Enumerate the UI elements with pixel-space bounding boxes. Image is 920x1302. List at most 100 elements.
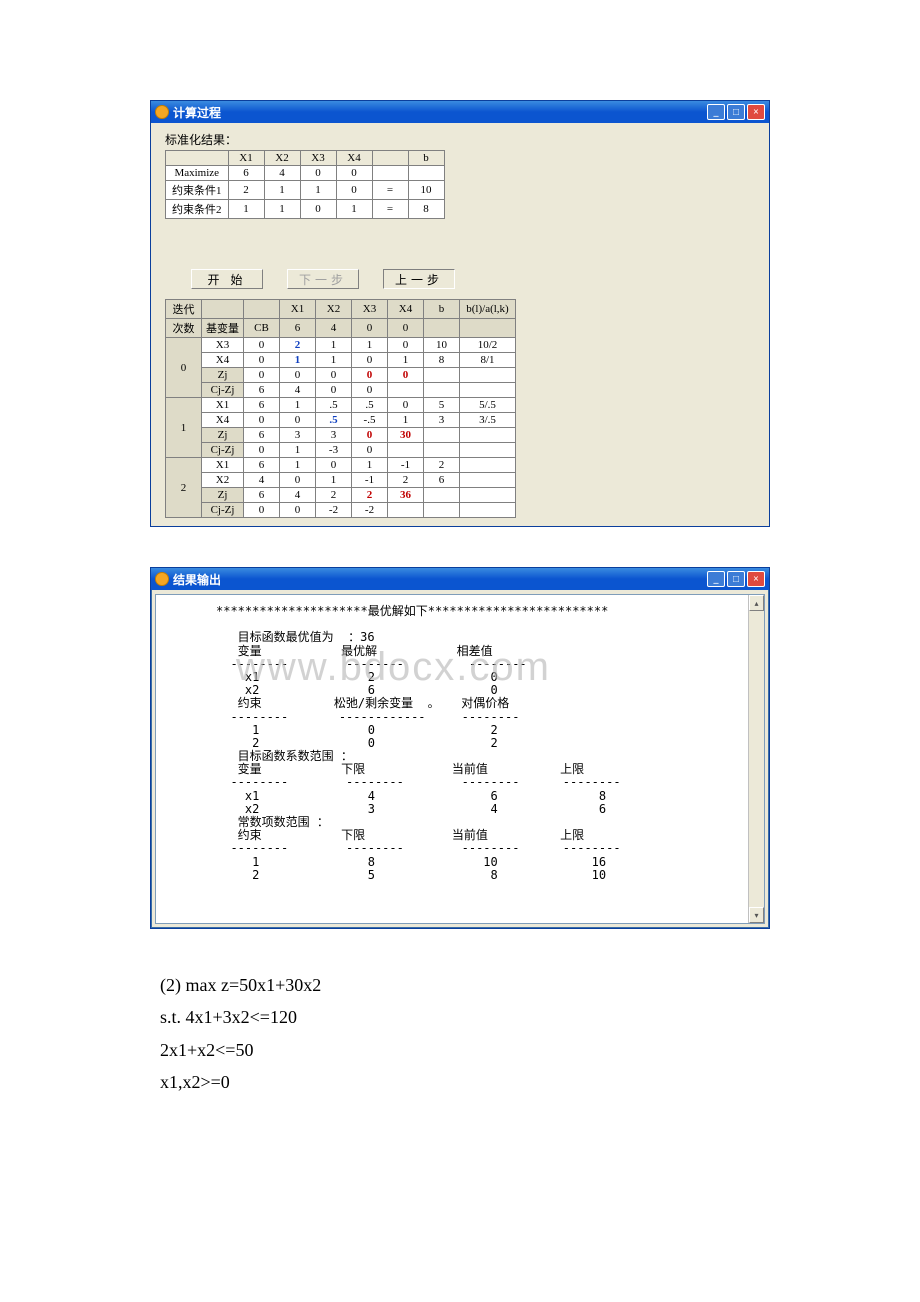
simplex-subheader	[424, 319, 460, 338]
simplex-cell: .5	[316, 398, 352, 413]
simplex-cell: 4	[280, 383, 316, 398]
problem-line-3: 2x1+x2<=50	[160, 1034, 770, 1066]
maximize-button[interactable]: □	[727, 104, 745, 120]
simplex-cell	[424, 443, 460, 458]
simplex-cell: -1	[388, 458, 424, 473]
window-title-calc: 计算过程	[173, 104, 707, 121]
simplex-cell: 8/1	[460, 353, 516, 368]
minimize-button[interactable]: _	[707, 571, 725, 587]
titlebar-calc[interactable]: 计算过程 _ □ ×	[151, 101, 769, 123]
window-title-output: 结果输出	[173, 571, 707, 588]
std-header	[166, 151, 229, 166]
app-icon	[155, 105, 169, 119]
simplex-subheader: 0	[352, 319, 388, 338]
basis-var: Cj-Zj	[202, 503, 244, 518]
simplex-cell	[460, 488, 516, 503]
simplex-cell: 6	[244, 383, 280, 398]
simplex-subheader: 4	[316, 319, 352, 338]
maximize-button[interactable]: □	[727, 571, 745, 587]
output-area: www.bdocx.com *********************最优解如下…	[155, 594, 765, 924]
iter-num: 0	[166, 338, 202, 398]
std-cell	[408, 166, 444, 181]
simplex-cell	[424, 383, 460, 398]
problem-line-1: (2) max z=50x1+30x2	[160, 969, 770, 1001]
std-cell: 8	[408, 200, 444, 219]
simplex-cell: 1	[388, 413, 424, 428]
basis-var: Zj	[202, 488, 244, 503]
simplex-header: X4	[388, 300, 424, 319]
simplex-cell: 0	[280, 473, 316, 488]
prev-button[interactable]: 上一步	[383, 269, 455, 289]
simplex-cell: 0	[388, 398, 424, 413]
simplex-cell: 1	[280, 398, 316, 413]
simplex-cell: 0	[316, 383, 352, 398]
simplex-cell	[388, 503, 424, 518]
simplex-cell: 6	[244, 458, 280, 473]
simplex-cell: 6	[424, 473, 460, 488]
std-header: X2	[264, 151, 300, 166]
simplex-cell: 5	[424, 398, 460, 413]
std-header: X4	[336, 151, 372, 166]
scroll-down-icon[interactable]: ▾	[749, 907, 764, 923]
std-cell: 1	[264, 181, 300, 200]
start-button[interactable]: 开 始	[191, 269, 263, 289]
simplex-subheader	[460, 319, 516, 338]
simplex-cell: 1	[316, 353, 352, 368]
simplex-cell: 10/2	[460, 338, 516, 353]
std-result-label: 标准化结果：	[161, 131, 759, 148]
std-cell	[372, 166, 408, 181]
simplex-cell: 0	[352, 443, 388, 458]
simplex-cell: 2	[352, 488, 388, 503]
simplex-cell: 2	[388, 473, 424, 488]
simplex-cell: 10	[424, 338, 460, 353]
std-cell: 4	[264, 166, 300, 181]
simplex-subheader: 次数	[166, 319, 202, 338]
simplex-cell	[460, 428, 516, 443]
basis-var: Cj-Zj	[202, 383, 244, 398]
problem-line-4: x1,x2>=0	[160, 1066, 770, 1098]
simplex-subheader: 0	[388, 319, 424, 338]
simplex-cell: 0	[280, 503, 316, 518]
simplex-cell: 0	[280, 368, 316, 383]
simplex-cell: -2	[316, 503, 352, 518]
simplex-cell	[424, 503, 460, 518]
simplex-cell: 36	[388, 488, 424, 503]
titlebar-output[interactable]: 结果输出 _ □ ×	[151, 568, 769, 590]
app-icon	[155, 572, 169, 586]
basis-var: Cj-Zj	[202, 443, 244, 458]
close-button[interactable]: ×	[747, 104, 765, 120]
minimize-button[interactable]: _	[707, 104, 725, 120]
basis-var: X1	[202, 458, 244, 473]
simplex-cell	[460, 458, 516, 473]
simplex-cell	[460, 503, 516, 518]
simplex-cell: 1	[352, 338, 388, 353]
scroll-up-icon[interactable]: ▴	[749, 595, 764, 611]
simplex-cell: 1	[316, 338, 352, 353]
simplex-cell: 3	[424, 413, 460, 428]
simplex-cell: 0	[244, 503, 280, 518]
next-button[interactable]: 下一步	[287, 269, 359, 289]
std-header	[372, 151, 408, 166]
simplex-header: b	[424, 300, 460, 319]
simplex-header: 迭代	[166, 300, 202, 319]
simplex-header: b(l)/a(l,k)	[460, 300, 516, 319]
std-header: X3	[300, 151, 336, 166]
simplex-header: X2	[316, 300, 352, 319]
close-button[interactable]: ×	[747, 571, 765, 587]
scrollbar[interactable]: ▴ ▾	[748, 595, 764, 923]
scroll-track[interactable]	[749, 611, 764, 907]
simplex-cell	[424, 428, 460, 443]
simplex-cell: 2	[424, 458, 460, 473]
simplex-cell: -.5	[352, 413, 388, 428]
std-cell: 6	[228, 166, 264, 181]
iter-num: 1	[166, 398, 202, 458]
simplex-header: X3	[352, 300, 388, 319]
simplex-cell: 0	[244, 413, 280, 428]
simplex-cell: 4	[244, 473, 280, 488]
window-calc-process: 计算过程 _ □ × 标准化结果： X1X2X3X4bMaximize6400约…	[150, 100, 770, 527]
simplex-cell: -2	[352, 503, 388, 518]
simplex-cell: 3	[280, 428, 316, 443]
std-cell: 1	[228, 200, 264, 219]
simplex-cell: 8	[424, 353, 460, 368]
simplex-cell: 0	[280, 413, 316, 428]
